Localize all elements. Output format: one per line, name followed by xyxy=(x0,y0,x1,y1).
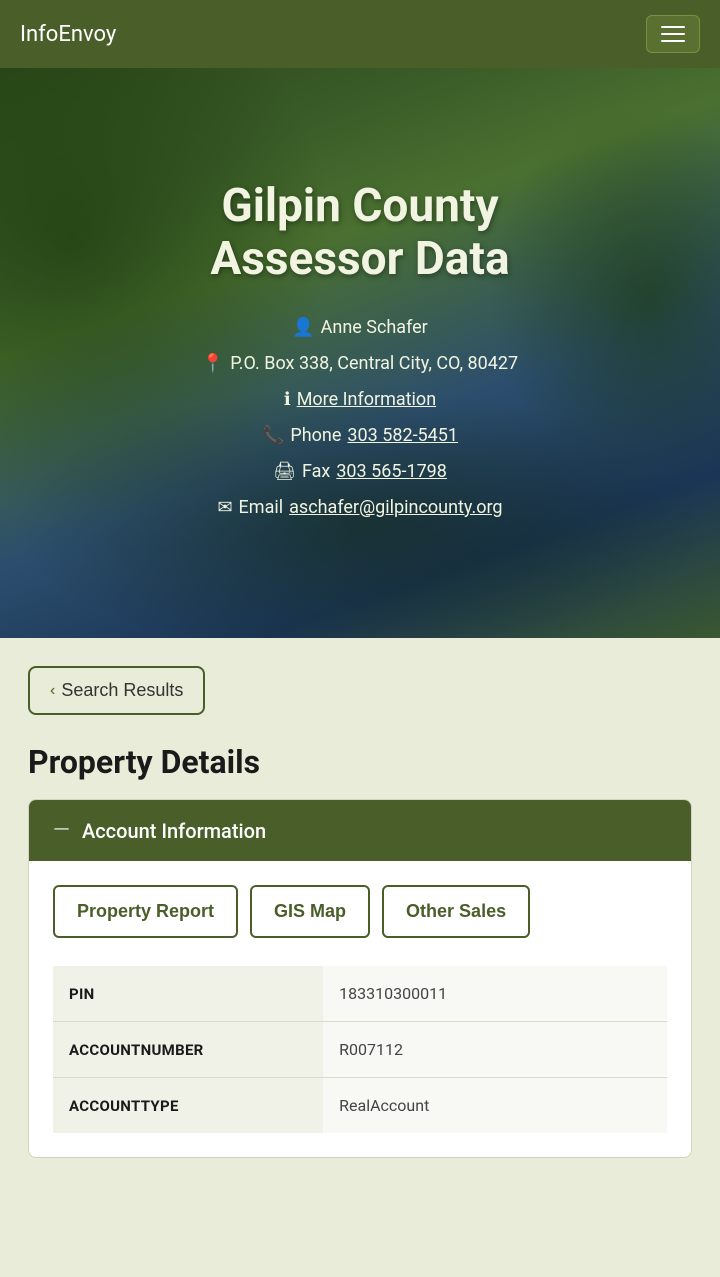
phone-link[interactable]: 303 582-5451 xyxy=(347,418,458,454)
other-sales-button[interactable]: Other Sales xyxy=(382,885,530,938)
more-info-link[interactable]: More Information xyxy=(297,382,436,418)
phone-icon: 📞 xyxy=(262,418,284,454)
hero-info: 👤 Anne Schafer 📍 P.O. Box 338, Central C… xyxy=(202,310,518,526)
navbar-brand: InfoEnvoy xyxy=(20,22,116,47)
accountnumber-value: R007112 xyxy=(323,1022,667,1078)
search-results-button[interactable]: ‹ Search Results xyxy=(28,666,205,715)
table-row: ACCOUNTNUMBER R007112 xyxy=(53,1022,667,1078)
toggler-bar xyxy=(661,26,685,28)
email-icon: ✉ xyxy=(217,490,232,526)
toggler-bar xyxy=(661,33,685,35)
info-icon: ℹ xyxy=(284,382,291,418)
phone-line: 📞 Phone 303 582-5451 xyxy=(202,418,518,454)
email-link[interactable]: aschafer@gilpincounty.org xyxy=(289,490,502,526)
fax-icon: 🖨 xyxy=(273,454,296,490)
address-line: 📍 P.O. Box 338, Central City, CO, 80427 xyxy=(202,346,518,382)
fax-line: 🖨 Fax 303 565-1798 xyxy=(202,454,518,490)
hero-section: Gilpin County Assessor Data 👤 Anne Schaf… xyxy=(0,68,720,638)
hero-title: Gilpin County Assessor Data xyxy=(202,180,518,286)
chevron-left-icon: ‹ xyxy=(50,682,55,700)
accountnumber-label: ACCOUNTNUMBER xyxy=(53,1022,323,1078)
header-dash: — xyxy=(53,818,70,843)
search-results-label: Search Results xyxy=(61,680,183,701)
email-label: Email xyxy=(239,490,284,526)
table-row: PIN 183310300011 xyxy=(53,966,667,1022)
table-row: ACCOUNTTYPE RealAccount xyxy=(53,1078,667,1134)
action-buttons-group: Property Report GIS Map Other Sales xyxy=(53,885,667,938)
person-icon: 👤 xyxy=(292,310,314,346)
card-header: — Account Information xyxy=(29,800,691,861)
navbar: InfoEnvoy xyxy=(0,0,720,68)
person-name: Anne Schafer xyxy=(321,310,428,346)
card-header-title: Account Information xyxy=(82,819,266,843)
property-details-heading: Property Details xyxy=(28,743,692,781)
person-line: 👤 Anne Schafer xyxy=(202,310,518,346)
navbar-toggler-button[interactable] xyxy=(646,15,700,53)
hero-content: Gilpin County Assessor Data 👤 Anne Schaf… xyxy=(182,160,538,546)
location-icon: 📍 xyxy=(202,346,224,382)
fax-link[interactable]: 303 565-1798 xyxy=(336,454,447,490)
accounttype-label: ACCOUNTTYPE xyxy=(53,1078,323,1134)
pin-label: PIN xyxy=(53,966,323,1022)
toggler-bar xyxy=(661,40,685,42)
pin-value: 183310300011 xyxy=(323,966,667,1022)
fax-label: Fax xyxy=(302,454,330,490)
gis-map-button[interactable]: GIS Map xyxy=(250,885,370,938)
phone-label: Phone xyxy=(290,418,341,454)
accounttype-value: RealAccount xyxy=(323,1078,667,1134)
property-card: — Account Information Property Report GI… xyxy=(28,799,692,1158)
address-text: P.O. Box 338, Central City, CO, 80427 xyxy=(230,346,518,382)
property-report-button[interactable]: Property Report xyxy=(53,885,238,938)
main-content: ‹ Search Results Property Details — Acco… xyxy=(0,638,720,1198)
card-body: Property Report GIS Map Other Sales PIN … xyxy=(29,861,691,1157)
email-line: ✉ Email aschafer@gilpincounty.org xyxy=(202,490,518,526)
more-info-line: ℹ More Information xyxy=(202,382,518,418)
account-data-table: PIN 183310300011 ACCOUNTNUMBER R007112 A… xyxy=(53,966,667,1133)
